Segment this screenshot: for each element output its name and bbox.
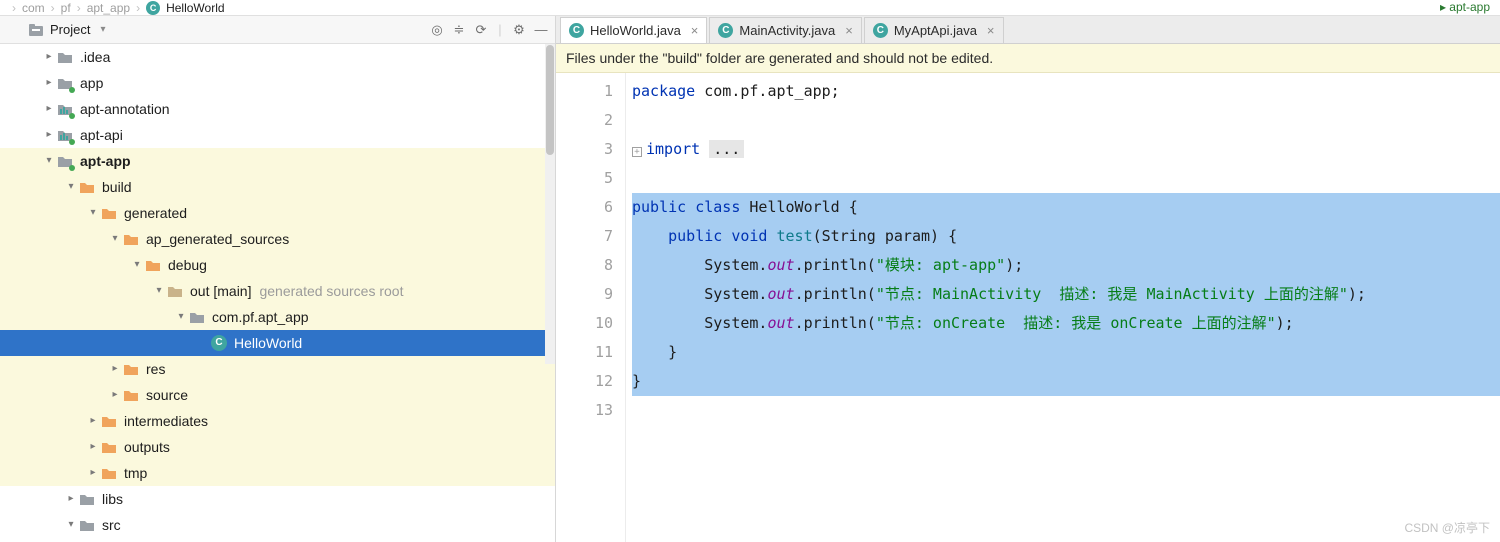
close-icon[interactable]: ×	[845, 23, 853, 38]
expand-arrow[interactable]: ▸	[86, 460, 100, 486]
project-tool-window: Project ▾ ◎ ≑ ⟳ | ⚙ — ▸ .idea ▸ app ▸ apt-ann…	[0, 16, 556, 542]
close-icon[interactable]: ×	[987, 23, 995, 38]
expand-arrow[interactable]: ▸	[42, 96, 56, 122]
tab-label: MyAptApi.java	[894, 23, 977, 38]
tree-item-build[interactable]: ▾ build	[0, 174, 555, 200]
tree-hint: generated sources root	[259, 278, 403, 304]
tree-label: generated	[124, 200, 187, 226]
project-panel-title: Project	[50, 22, 90, 37]
tree-item-app[interactable]: ▸ app	[0, 70, 555, 96]
tree-label: apt-app	[80, 148, 131, 174]
tree-label: outputs	[124, 434, 170, 460]
line-gutter: 1235678910111213	[556, 73, 626, 542]
expand-arrow[interactable]: ▾	[108, 226, 122, 252]
expand-arrow[interactable]: ▾	[152, 278, 166, 304]
minimize-icon[interactable]: —	[533, 22, 549, 38]
close-icon[interactable]: ×	[691, 23, 699, 38]
tree-label: build	[102, 174, 132, 200]
expand-arrow[interactable]: ▾	[42, 148, 56, 174]
expand-arrow[interactable]: ▾	[130, 252, 144, 278]
tree-item-outputs[interactable]: ▸ outputs	[0, 434, 555, 460]
tree-item-generated[interactable]: ▾ generated	[0, 200, 555, 226]
project-panel-header: Project ▾ ◎ ≑ ⟳ | ⚙ —	[0, 16, 555, 44]
tree-item-tmp[interactable]: ▸ tmp	[0, 460, 555, 486]
watermark: CSDN @凉亭下	[1404, 519, 1490, 536]
expand-arrow[interactable]: ▸	[86, 408, 100, 434]
class-icon: C	[569, 23, 584, 38]
expand-arrow[interactable]: ▸	[42, 70, 56, 96]
run-config-area[interactable]: ▸ apt-app	[1440, 0, 1490, 14]
tree-label: res	[146, 356, 165, 382]
tree-label: app	[80, 70, 103, 96]
tree-item-intermediates[interactable]: ▸ intermediates	[0, 408, 555, 434]
expand-arrow[interactable]: ▸	[86, 434, 100, 460]
code-editor[interactable]: 1235678910111213 package com.pf.apt_app;…	[556, 73, 1500, 542]
expand-arrow[interactable]: ▾	[64, 174, 78, 200]
tree-label: com.pf.apt_app	[212, 304, 309, 330]
tree-label: apt-api	[80, 122, 123, 148]
separator: |	[495, 22, 505, 38]
tree-label: out [main]	[190, 278, 251, 304]
locate-icon[interactable]: ◎	[429, 22, 445, 38]
tree-item-ap_generated_sources[interactable]: ▾ ap_generated_sources	[0, 226, 555, 252]
tab-mainactivity[interactable]: C MainActivity.java ×	[709, 17, 861, 43]
project-icon	[28, 22, 44, 38]
tab-helloworld[interactable]: C HelloWorld.java ×	[560, 17, 707, 43]
tree-label: .idea	[80, 44, 110, 70]
editor-area: C HelloWorld.java × C MainActivity.java × C MyA…	[556, 16, 1500, 542]
tree-item-apt-annotation[interactable]: ▸ apt-annotation	[0, 96, 555, 122]
tree-item-apt-api[interactable]: ▸ apt-api	[0, 122, 555, 148]
tree-label: src	[102, 512, 121, 538]
scrollbar[interactable]	[545, 44, 555, 364]
expand-arrow[interactable]: ▸	[108, 382, 122, 408]
expand-arrow[interactable]: ▾	[174, 304, 188, 330]
tree-item-res[interactable]: ▸ res	[0, 356, 555, 382]
tree-label: debug	[168, 252, 207, 278]
tree-item-apt-app[interactable]: ▾ apt-app	[0, 148, 555, 174]
fold-icon[interactable]: +	[632, 147, 642, 157]
expand-arrow[interactable]: ▸	[108, 356, 122, 382]
tree-item-debug[interactable]: ▾ debug	[0, 252, 555, 278]
tree-label: source	[146, 382, 188, 408]
flatten-icon[interactable]: ≑	[451, 22, 467, 38]
tree-item-libs[interactable]: ▸ libs	[0, 486, 555, 512]
tree-item-src[interactable]: ▾ src	[0, 512, 555, 538]
tab-myaptapi[interactable]: C MyAptApi.java ×	[864, 17, 1004, 43]
tree-item--idea[interactable]: ▸ .idea	[0, 44, 555, 70]
tree-label: ap_generated_sources	[146, 226, 289, 252]
breadcrumb: ›com ›pf ›apt_app › C HelloWorld	[0, 0, 1500, 16]
settings-icon[interactable]: ⚙	[511, 22, 527, 38]
expand-arrow[interactable]: ▾	[86, 200, 100, 226]
expand-arrow[interactable]: ▸	[42, 122, 56, 148]
expand-arrow[interactable]: ▸	[64, 486, 78, 512]
tree-label: libs	[102, 486, 123, 512]
tree-label: intermediates	[124, 408, 208, 434]
class-icon: C	[873, 23, 888, 38]
tree-item-source[interactable]: ▸ source	[0, 382, 555, 408]
editor-tabs: C HelloWorld.java × C MainActivity.java × C MyA…	[556, 16, 1500, 44]
dropdown-icon[interactable]: ▾	[100, 24, 105, 35]
expand-arrow[interactable]: ▸	[42, 44, 56, 70]
sync-icon[interactable]: ⟳	[473, 22, 489, 38]
tab-label: HelloWorld.java	[590, 23, 681, 38]
tree-label: apt-annotation	[80, 96, 170, 122]
code-content[interactable]: package com.pf.apt_app; +import ... publ…	[626, 73, 1500, 542]
tree-label: tmp	[124, 460, 147, 486]
project-tree[interactable]: ▸.idea▸app▸apt-annotation▸apt-api▾apt-ap…	[0, 44, 555, 542]
tree-item-out-main-[interactable]: ▾ out [main] generated sources root	[0, 278, 555, 304]
tab-label: MainActivity.java	[739, 23, 835, 38]
tree-item-com-pf-apt_app[interactable]: ▾ com.pf.apt_app	[0, 304, 555, 330]
class-icon: C	[718, 23, 733, 38]
tree-label: HelloWorld	[234, 330, 302, 356]
tree-item-helloworld[interactable]: CHelloWorld	[0, 330, 555, 356]
generated-file-banner: Files under the "build" folder are gener…	[556, 44, 1500, 73]
expand-arrow[interactable]: ▾	[64, 512, 78, 538]
